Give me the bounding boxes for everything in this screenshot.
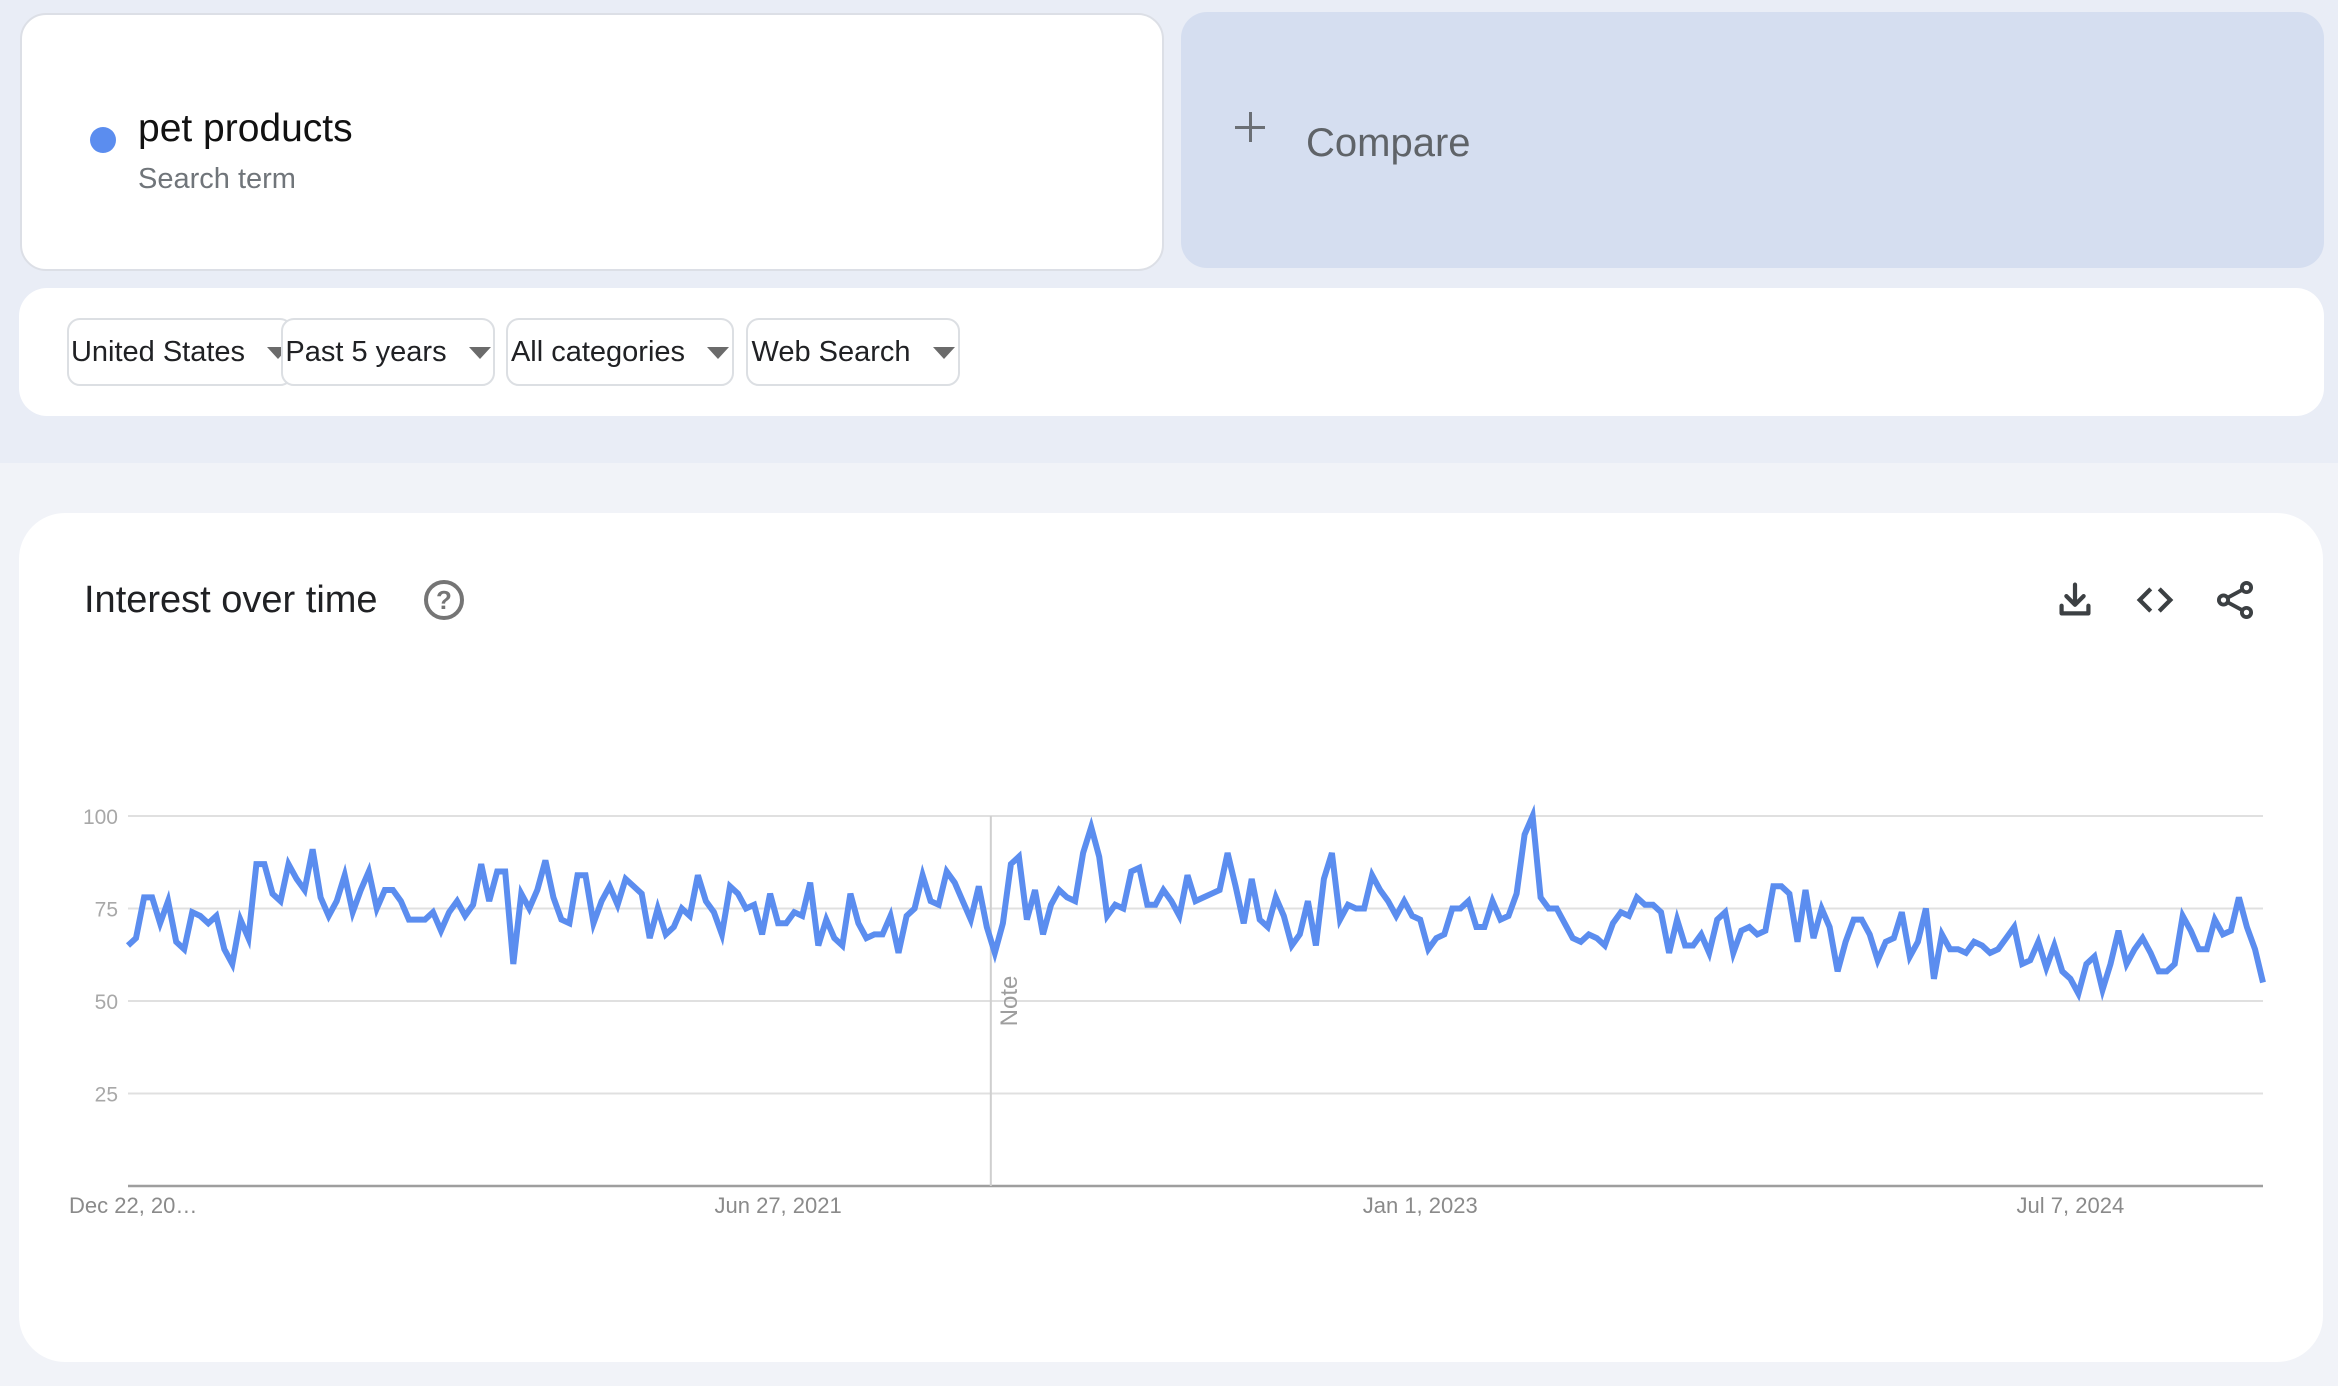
interest-over-time-card: Interest over time ?	[19, 513, 2323, 1362]
search-term-type: Search term	[138, 163, 296, 195]
dropdown-arrow-icon	[707, 347, 730, 359]
embed-code-icon[interactable]	[2132, 577, 2178, 623]
time-range-dropdown[interactable]: Past 5 years	[281, 318, 495, 386]
compare-label: Compare	[1306, 121, 1471, 165]
series-color-dot	[90, 127, 116, 153]
region-dropdown-label: United States	[70, 335, 246, 368]
download-icon[interactable]	[2052, 577, 2098, 623]
time-range-dropdown-label: Past 5 years	[285, 335, 447, 368]
category-dropdown-label: All categories	[510, 335, 686, 368]
help-circle-icon[interactable]: ?	[424, 580, 464, 620]
share-icon[interactable]	[2212, 577, 2258, 623]
plus-icon	[1235, 112, 1265, 142]
search-term-card[interactable]: pet products Search term	[20, 13, 1164, 271]
search-term-name: pet products	[138, 107, 353, 150]
region-dropdown[interactable]: United States	[67, 318, 293, 386]
chart-title: Interest over time	[84, 579, 378, 621]
dropdown-arrow-icon	[932, 347, 955, 359]
search-type-dropdown[interactable]: Web Search	[746, 318, 960, 386]
dropdown-arrow-icon	[468, 347, 491, 359]
filter-bar: United States Past 5 years All categorie…	[19, 288, 2324, 416]
compare-button[interactable]: Compare	[1181, 12, 2324, 268]
category-dropdown[interactable]: All categories	[506, 318, 734, 386]
search-type-dropdown-label: Web Search	[751, 335, 911, 368]
